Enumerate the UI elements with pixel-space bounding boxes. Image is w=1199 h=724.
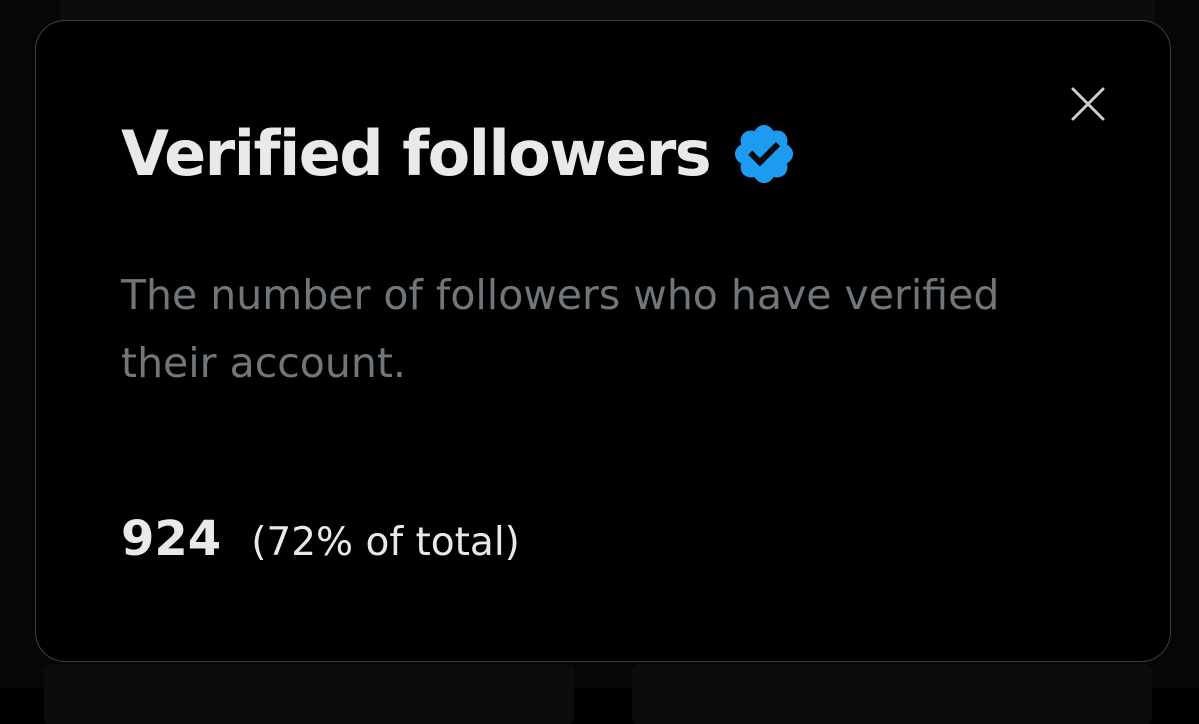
close-icon [1070,86,1106,127]
verified-followers-dialog: Verified followers The number of followe… [35,20,1171,662]
verified-follower-count: 924 [121,511,222,567]
dialog-description: The number of followers who have verifie… [121,271,1000,387]
background-card [44,664,574,724]
background-card [632,664,1152,724]
title-row: Verified followers [121,109,798,199]
verified-follower-percentage: (72% of total) [251,520,520,565]
verified-badge-icon [730,120,798,188]
dialog-title: Verified followers [121,117,712,190]
verified-follower-stat: 924 (72% of total) [121,511,520,567]
close-button[interactable] [1063,81,1113,131]
